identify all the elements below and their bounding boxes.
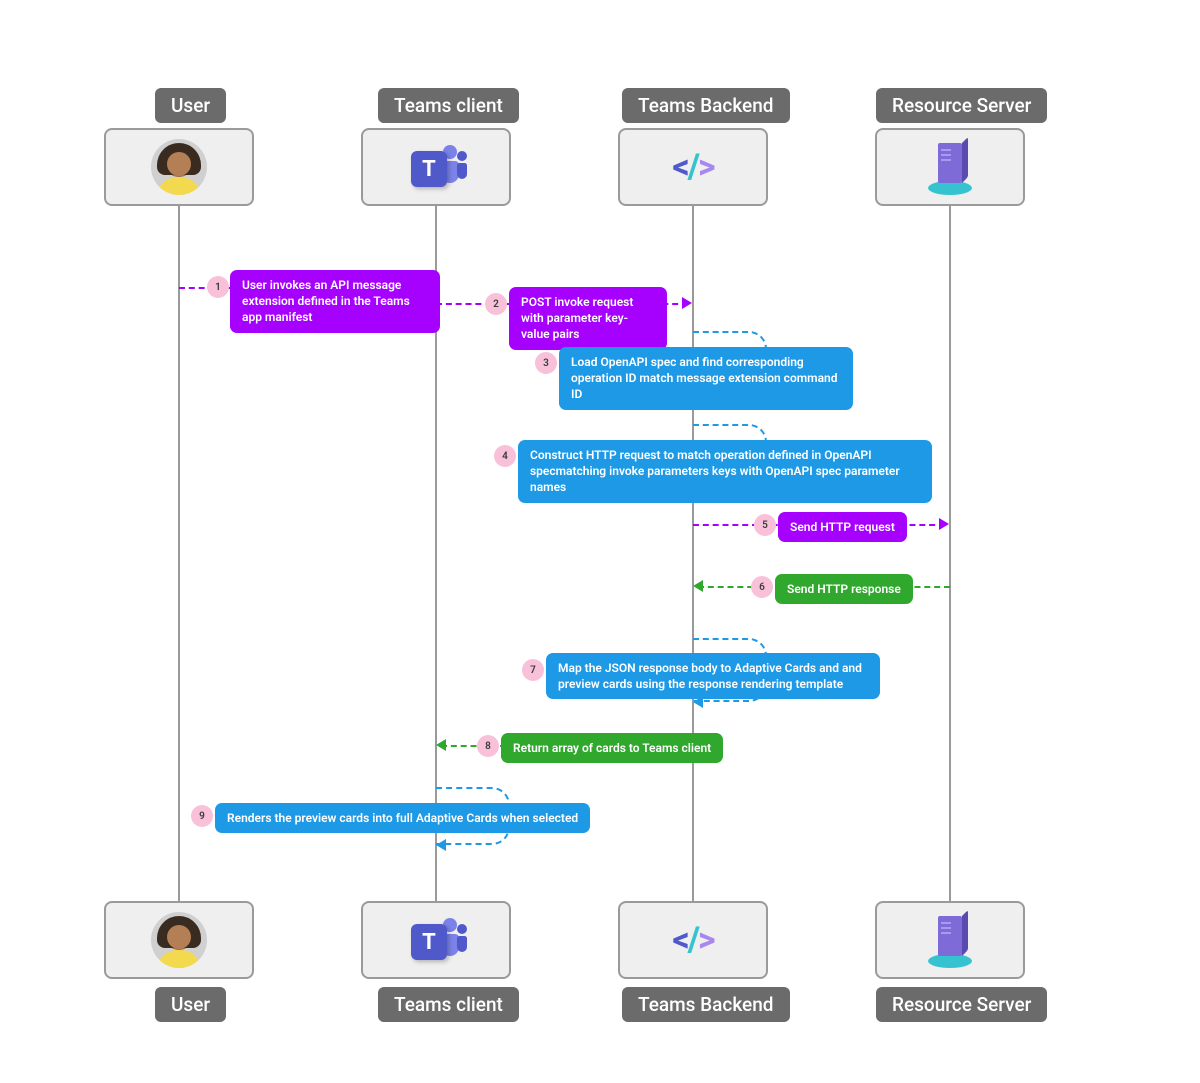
step-number-9: 9 [191,805,213,827]
step-2-message: POST invoke request with parameter key-v… [509,287,667,350]
code-icon: </> [672,920,713,960]
lifeline-user [178,206,180,901]
teams-icon: T [407,914,465,966]
step-3-message: Load OpenAPI spec and find corresponding… [559,347,853,410]
step-4-message: Construct HTTP request to match operatio… [518,440,932,503]
step-number-2: 2 [485,293,507,315]
lane-label-user-bottom: User [155,987,226,1022]
sequence-diagram: User Teams client Teams Backend Resource… [0,0,1200,1083]
actor-user-top [104,128,254,206]
arrowhead-step-2 [682,297,692,309]
server-icon [926,912,974,968]
lane-label-backend-bottom: Teams Backend [622,987,790,1022]
step-7-message: Map the JSON response body to Adaptive C… [546,653,880,699]
lane-label-user-top: User [155,88,226,123]
teams-icon: T [407,141,465,193]
step-number-7: 7 [522,659,544,681]
lifeline-server [949,206,951,901]
actor-client-bottom: T [361,901,511,979]
lane-label-backend-top: Teams Backend [622,88,790,123]
step-9-message: Renders the preview cards into full Adap… [215,803,590,833]
step-number-4: 4 [494,445,516,467]
actor-backend-top: </> [618,128,768,206]
lane-label-client-bottom: Teams client [378,987,519,1022]
step-number-6: 6 [751,576,773,598]
user-avatar-icon [151,139,207,195]
step-number-1: 1 [207,276,229,298]
server-icon [926,139,974,195]
step-6-message: Send HTTP response [775,574,913,604]
step-5-message: Send HTTP request [778,512,907,542]
actor-client-top: T [361,128,511,206]
actor-user-bottom [104,901,254,979]
step-number-5: 5 [754,514,776,536]
arrowhead-step-5 [939,518,949,530]
actor-server-top [875,128,1025,206]
user-avatar-icon [151,912,207,968]
code-icon: </> [672,147,713,187]
step-number-8: 8 [477,735,499,757]
arrowhead-step-9 [436,839,446,851]
lifeline-backend [692,206,694,901]
lane-label-server-top: Resource Server [876,88,1047,123]
actor-server-bottom [875,901,1025,979]
lane-label-client-top: Teams client [378,88,519,123]
step-8-message: Return array of cards to Teams client [501,733,723,763]
arrowhead-step-6 [693,580,703,592]
step-1-message: User invokes an API message extension de… [230,270,440,333]
actor-backend-bottom: </> [618,901,768,979]
arrowhead-step-8 [436,739,446,751]
lane-label-server-bottom: Resource Server [876,987,1047,1022]
step-number-3: 3 [535,352,557,374]
